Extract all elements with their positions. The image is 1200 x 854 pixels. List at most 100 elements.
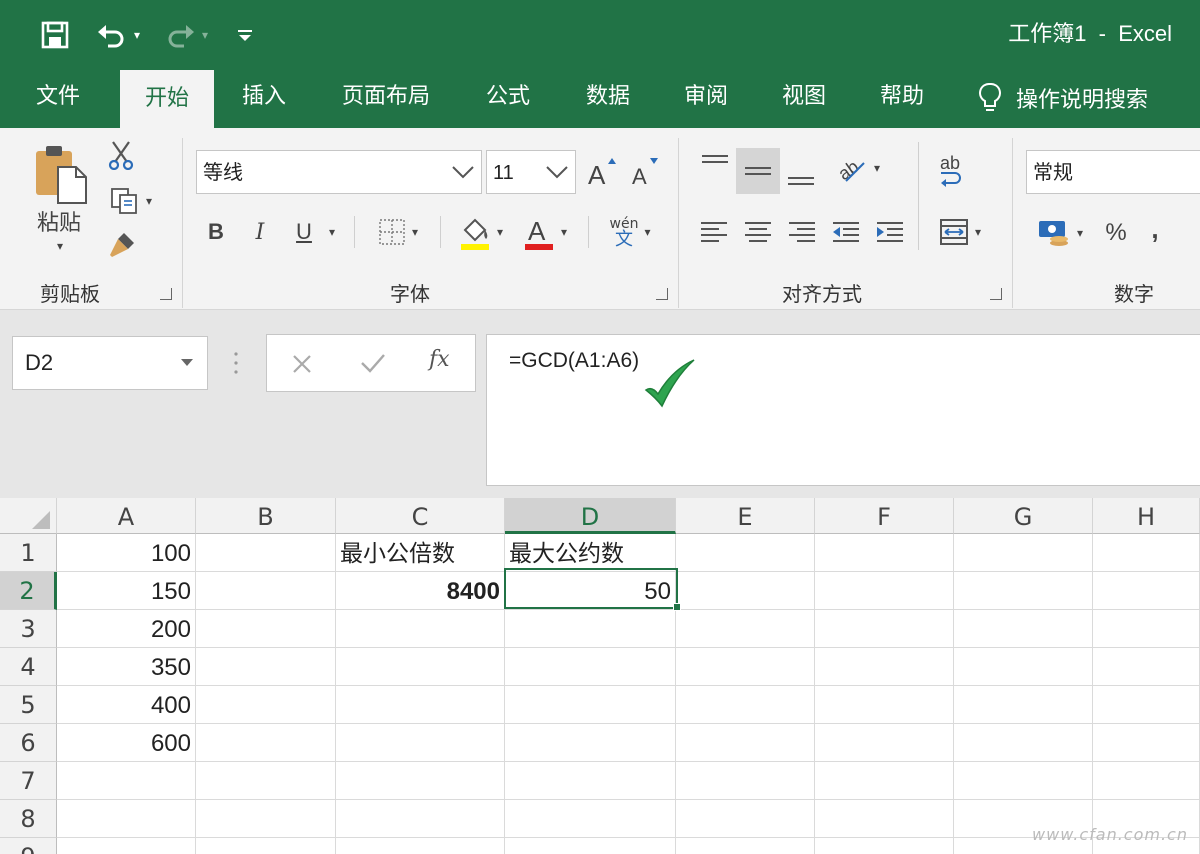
tab-view[interactable]: 视图 (766, 68, 842, 128)
cell-a5[interactable]: 400 (57, 686, 196, 724)
comma-style-button[interactable]: , (1140, 210, 1170, 248)
cell-c7[interactable] (336, 762, 505, 800)
column-header-e[interactable]: E (676, 498, 815, 534)
clipboard-launcher-icon[interactable] (160, 288, 172, 300)
cell-a9[interactable] (57, 838, 196, 854)
undo-button[interactable]: ▾ (96, 18, 152, 52)
cell-g3[interactable] (954, 610, 1093, 648)
decrease-font-button[interactable]: A (626, 154, 662, 190)
percent-style-button[interactable]: % (1098, 214, 1134, 252)
chevron-down-icon[interactable] (181, 359, 193, 367)
cell-g4[interactable] (954, 648, 1093, 686)
row-header-5[interactable]: 5 (0, 686, 57, 724)
chevron-down-icon[interactable]: ▾ (48, 236, 72, 256)
column-header-c[interactable]: C (336, 498, 505, 534)
cell-e3[interactable] (676, 610, 815, 648)
row-header-3[interactable]: 3 (0, 610, 57, 648)
copy-button[interactable]: ▾ (102, 184, 160, 218)
alignment-launcher-icon[interactable] (990, 288, 1002, 300)
tab-help[interactable]: 帮助 (864, 68, 940, 128)
cell-e5[interactable] (676, 686, 815, 724)
cell-c9[interactable] (336, 838, 505, 854)
cell-d5[interactable] (505, 686, 676, 724)
row-header-6[interactable]: 6 (0, 724, 57, 762)
cell-c4[interactable] (336, 648, 505, 686)
row-header-8[interactable]: 8 (0, 800, 57, 838)
tab-file[interactable]: 文件 (18, 68, 98, 128)
cell-c6[interactable] (336, 724, 505, 762)
borders-button[interactable]: ▾ (368, 214, 428, 250)
cut-button[interactable] (104, 138, 138, 172)
cell-f8[interactable] (815, 800, 954, 838)
cell-b6[interactable] (196, 724, 336, 762)
column-header-d[interactable]: D (505, 498, 676, 534)
tab-home[interactable]: 开始 (120, 70, 214, 128)
cell-c1[interactable]: 最小公倍数 (336, 534, 505, 572)
formula-input[interactable]: =GCD(A1:A6) (486, 334, 1200, 486)
cell-f4[interactable] (815, 648, 954, 686)
cancel-icon[interactable] (291, 353, 313, 375)
cell-d9[interactable] (505, 838, 676, 854)
align-center-button[interactable] (740, 214, 776, 250)
tab-insert[interactable]: 插入 (226, 68, 302, 128)
chevron-down-icon[interactable]: ▾ (202, 28, 208, 42)
cell-d6[interactable] (505, 724, 676, 762)
cell-g2[interactable] (954, 572, 1093, 610)
cell-f7[interactable] (815, 762, 954, 800)
fill-color-button[interactable]: ▾ (452, 212, 510, 252)
align-left-button[interactable] (696, 214, 732, 250)
row-header-1[interactable]: 1 (0, 534, 57, 572)
wrap-text-button[interactable]: ab (930, 148, 970, 194)
splitter-handle-icon[interactable] (233, 350, 239, 376)
row-header-4[interactable]: 4 (0, 648, 57, 686)
cell-d7[interactable] (505, 762, 676, 800)
cell-f1[interactable] (815, 534, 954, 572)
fill-handle[interactable] (673, 603, 681, 611)
middle-align-button[interactable] (736, 148, 780, 194)
bold-button[interactable]: B (200, 214, 232, 250)
column-header-h[interactable]: H (1093, 498, 1200, 534)
cell-b5[interactable] (196, 686, 336, 724)
cell-d2[interactable]: 50 (505, 572, 676, 610)
chevron-down-icon[interactable] (545, 161, 569, 183)
decrease-indent-button[interactable] (828, 214, 864, 250)
font-color-button[interactable]: A ▾ (516, 212, 574, 252)
font-launcher-icon[interactable] (656, 288, 668, 300)
bottom-align-button[interactable] (782, 158, 820, 192)
insert-function-button[interactable]: fx (429, 347, 450, 372)
cell-h2[interactable] (1093, 572, 1200, 610)
name-box[interactable]: D2 (12, 336, 208, 390)
underline-dropdown[interactable]: ▾ (322, 214, 342, 250)
cell-h5[interactable] (1093, 686, 1200, 724)
orientation-button[interactable]: ab ▾ (830, 148, 886, 188)
phonetic-guide-button[interactable]: wén 文 ▾ (600, 210, 660, 254)
tab-review[interactable]: 审阅 (668, 68, 744, 128)
cell-b2[interactable] (196, 572, 336, 610)
increase-indent-button[interactable] (872, 214, 908, 250)
row-header-7[interactable]: 7 (0, 762, 57, 800)
align-right-button[interactable] (784, 214, 820, 250)
cell-c5[interactable] (336, 686, 505, 724)
cell-e7[interactable] (676, 762, 815, 800)
column-header-a[interactable]: A (57, 498, 196, 534)
cell-a3[interactable]: 200 (57, 610, 196, 648)
redo-button[interactable]: ▾ (164, 18, 218, 52)
cell-e4[interactable] (676, 648, 815, 686)
cell-a6[interactable]: 600 (57, 724, 196, 762)
increase-font-button[interactable]: A (584, 154, 620, 190)
font-size-combo[interactable]: 11 (486, 150, 576, 194)
cell-g7[interactable] (954, 762, 1093, 800)
number-format-combo[interactable]: 常规 (1026, 150, 1200, 194)
cell-g1[interactable] (954, 534, 1093, 572)
customize-quick-access-button[interactable] (236, 18, 262, 52)
cell-b3[interactable] (196, 610, 336, 648)
merge-center-button[interactable]: ▾ (930, 214, 990, 250)
cell-b4[interactable] (196, 648, 336, 686)
cell-f6[interactable] (815, 724, 954, 762)
cell-e9[interactable] (676, 838, 815, 854)
cell-a4[interactable]: 350 (57, 648, 196, 686)
cell-d1[interactable]: 最大公约数 (505, 534, 676, 572)
cell-c8[interactable] (336, 800, 505, 838)
chevron-down-icon[interactable]: ▾ (134, 28, 140, 42)
accounting-format-button[interactable]: ▾ (1030, 214, 1090, 252)
